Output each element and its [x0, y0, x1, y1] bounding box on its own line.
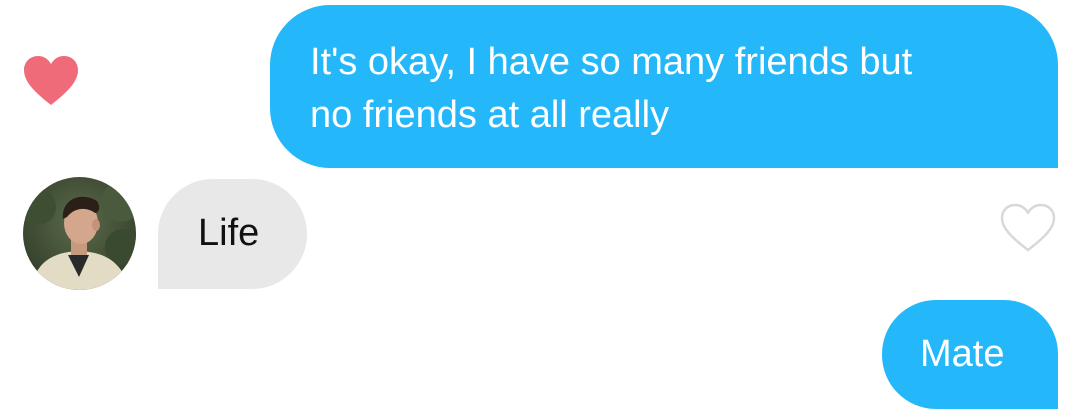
outgoing-message-bubble[interactable]: Mate [882, 300, 1058, 409]
heart-outline-icon[interactable] [1000, 203, 1056, 253]
message-text-line: no friends at all really [310, 94, 670, 136]
incoming-message-bubble[interactable]: Life [158, 179, 307, 289]
message-text: Life [198, 212, 260, 254]
avatar[interactable] [23, 177, 136, 290]
message-text: Mate [920, 333, 1005, 375]
chat-thread: It's okay, I have so many friends but no… [0, 0, 1080, 411]
outgoing-message-bubble[interactable]: It's okay, I have so many friends but no… [270, 5, 1058, 168]
message-text-line: It's okay, I have so many friends but [310, 41, 913, 83]
heart-filled-icon[interactable] [23, 55, 79, 107]
